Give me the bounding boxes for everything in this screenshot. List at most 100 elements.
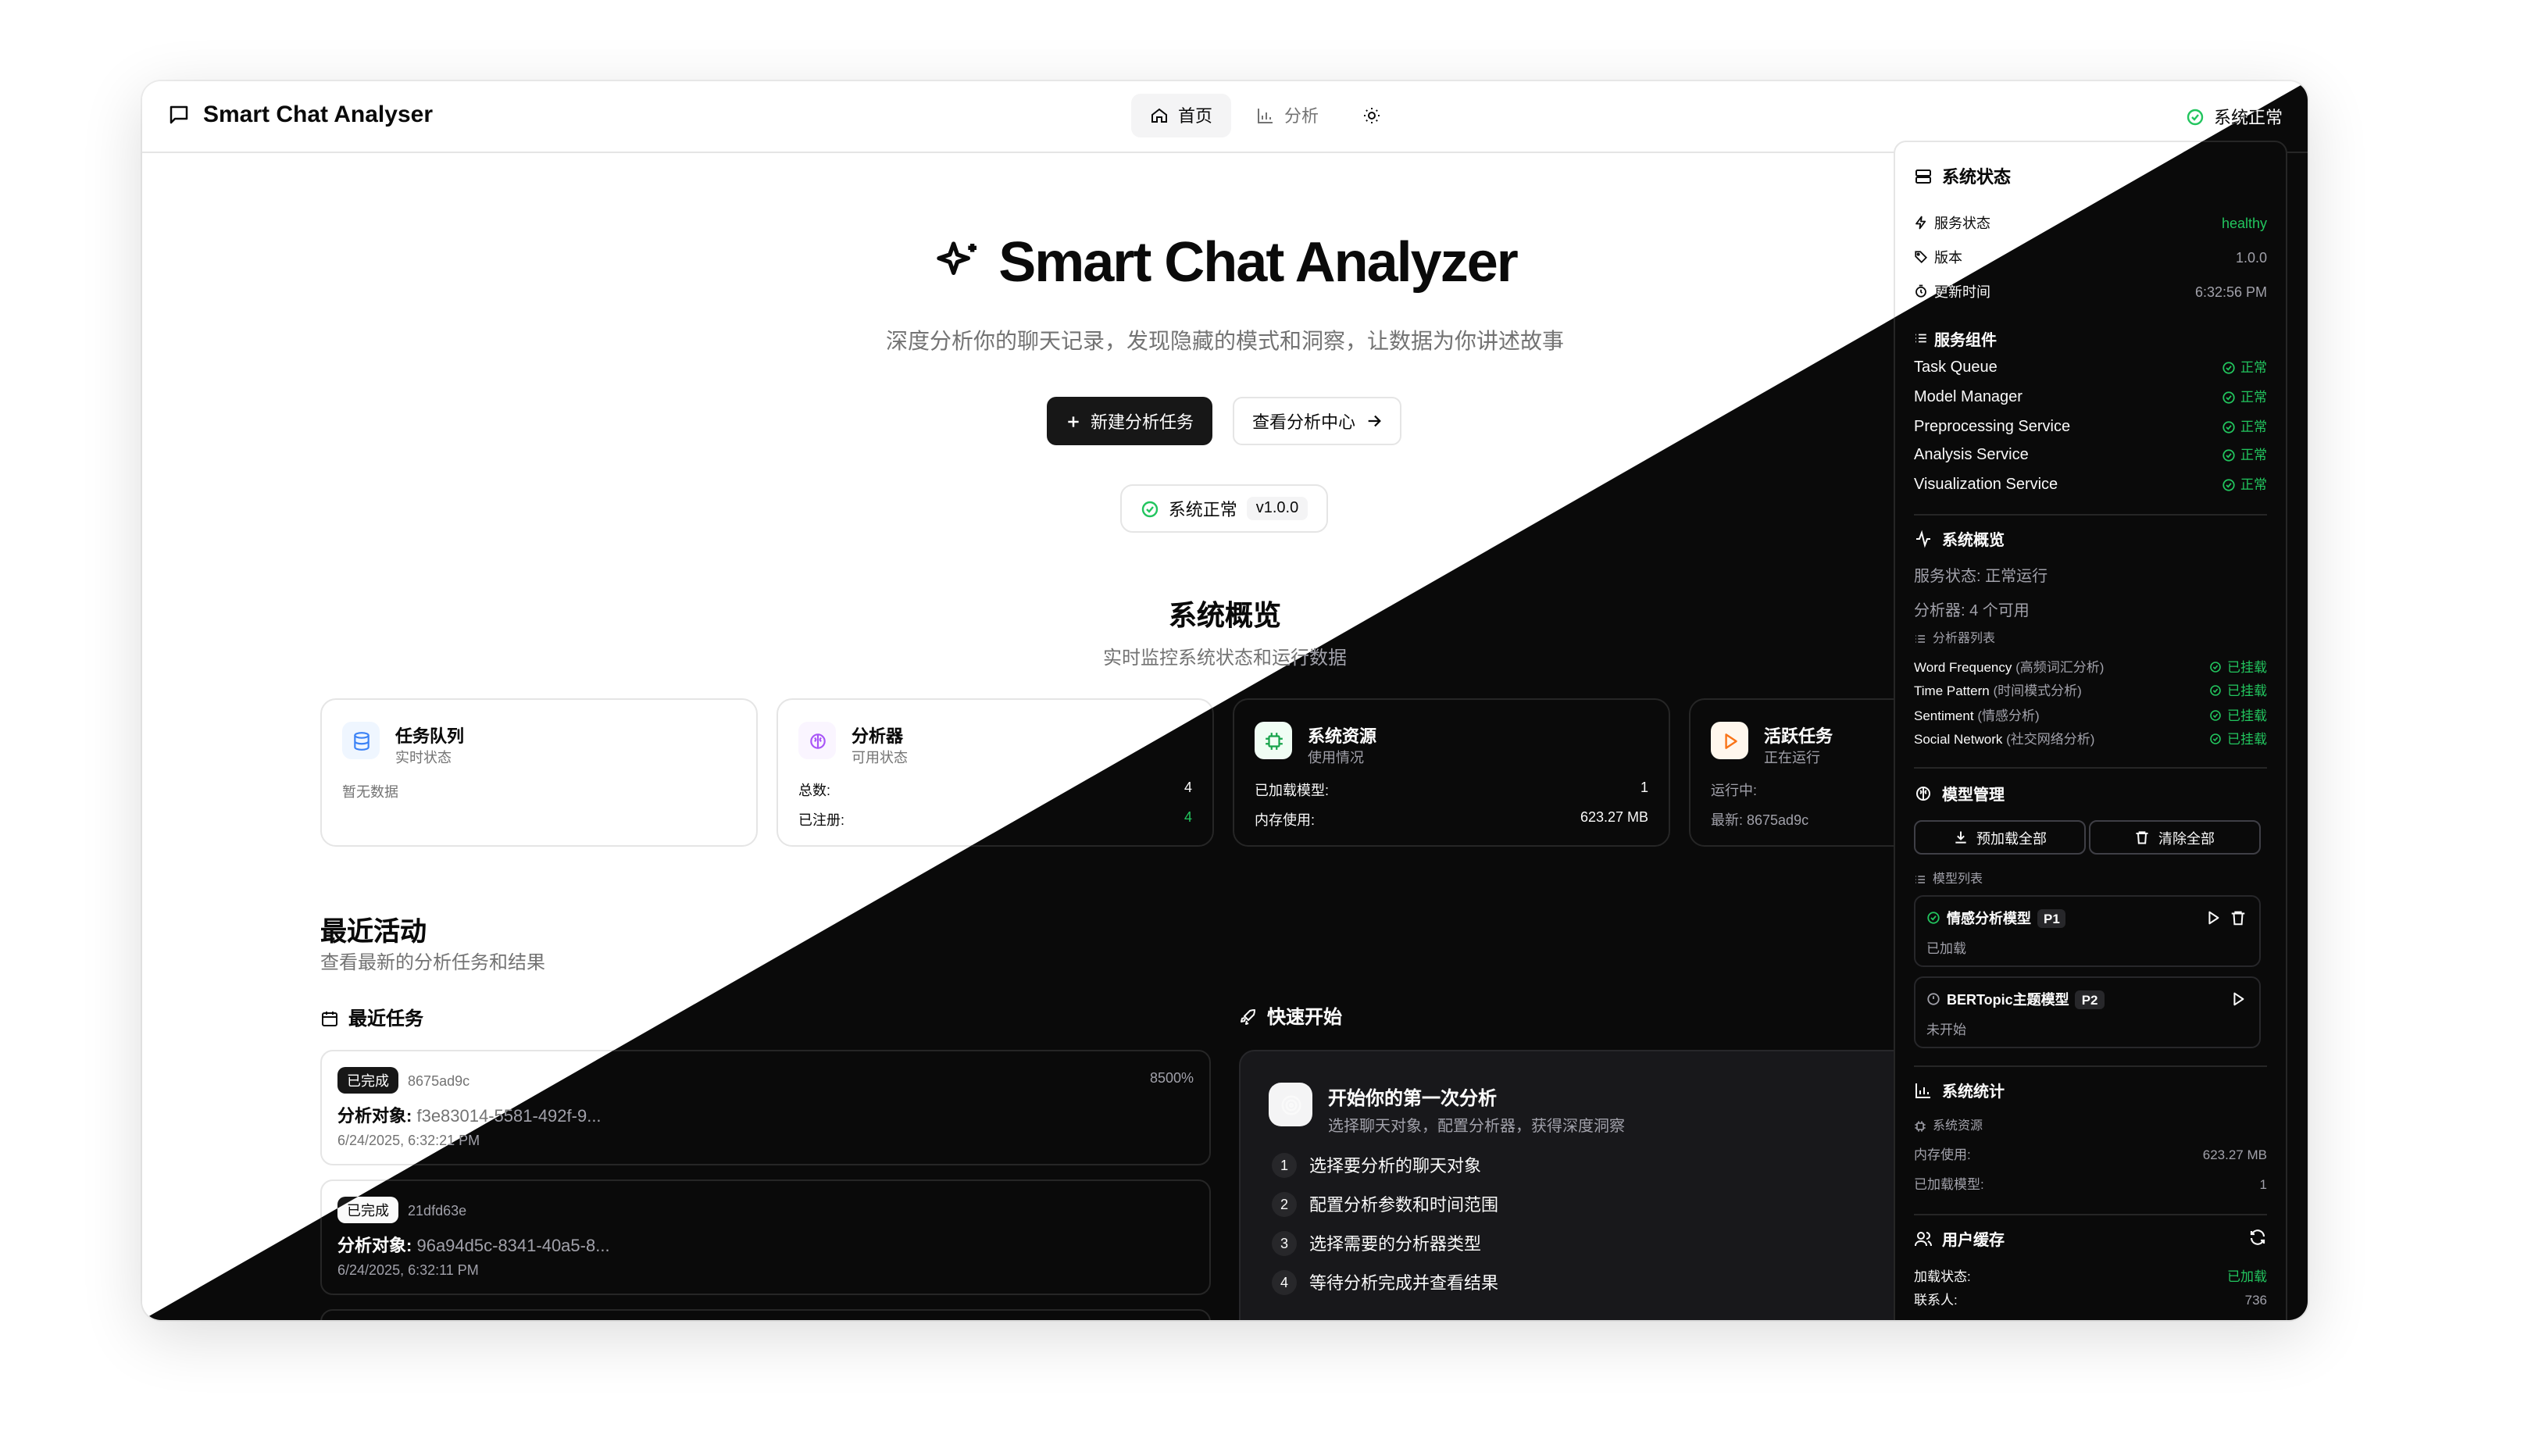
step-number: 1 <box>1272 1153 1297 1178</box>
scene: Smart Chat Analyser 首页 分析 系统正常 Smart Cha… <box>0 0 2542 1456</box>
check-circle-icon <box>2222 419 2236 434</box>
resources-heading: 系统资源 <box>1914 1117 1983 1134</box>
status-value: 1.0.0 <box>2235 249 2267 265</box>
task-meta: 已完成 21dfd63e <box>337 1197 466 1223</box>
cache-row: 联系人: 736 <box>1914 1290 2267 1309</box>
divider <box>1914 514 2267 516</box>
analysis-center-button[interactable]: 查看分析中心 <box>1233 397 1401 445</box>
card-subtitle: 正在运行 <box>1764 750 1821 765</box>
system-status-pill: 系统正常 v1.0.0 <box>1120 484 1328 533</box>
hero-title-text: Smart Chat Analyzer <box>998 230 1519 294</box>
analyzer-name: Word Frequency <box>1914 659 2012 675</box>
model-name: 情感分析模型 <box>1947 911 2032 926</box>
card-title: 活跃任务 <box>1764 728 1833 747</box>
bar-chart-icon <box>1256 106 1275 125</box>
recent-tasks-heading: 最近任务 <box>320 1005 423 1031</box>
plus-icon <box>1066 413 1081 429</box>
step-number: 2 <box>1272 1192 1297 1217</box>
check-circle-icon <box>2222 390 2236 404</box>
play-icon[interactable] <box>2205 909 2222 926</box>
component-status-text: 正常 <box>2240 447 2267 462</box>
version-badge: v1.0.0 <box>1246 497 1308 520</box>
component-name: Task Queue <box>1914 359 1998 376</box>
analyzer-desc: (高频词汇分析) <box>2015 659 2105 675</box>
analyzer-status: 已挂载 <box>2210 681 2267 700</box>
row-value: 623.27 MB <box>1580 809 1648 825</box>
preload-all-button[interactable]: 预加载全部 <box>1914 820 2086 855</box>
analyzer-desc: (社交网络分析) <box>2006 731 2095 747</box>
download-icon <box>1953 830 1969 845</box>
analyzer-status-text: 已挂载 <box>2226 683 2267 698</box>
check-circle-icon <box>2210 684 2222 697</box>
database-icon <box>342 722 380 759</box>
home-icon <box>1150 106 1169 125</box>
brain-icon <box>798 722 836 759</box>
status-label: 服务状态 <box>1914 212 1990 233</box>
step-text: 选择需要的分析器类型 <box>1309 1236 1481 1254</box>
analyzer-status: 已挂载 <box>2210 706 2267 725</box>
component-status-text: 正常 <box>2240 419 2267 434</box>
quick-start-card[interactable]: 开始你的第一次分析 选择聊天对象，配置分析器，获得深度洞察 1 选择要分析的聊天对… <box>1239 1050 1926 1320</box>
component-name: Model Manager <box>1914 388 2023 405</box>
new-analysis-label: 新建分析任务 <box>1091 413 1194 432</box>
model-list-heading: 模型列表 <box>1914 870 1983 887</box>
server-icon <box>1914 167 1933 186</box>
check-circle-icon <box>2210 709 2222 722</box>
stats-label: 内存使用: <box>1914 1147 1971 1162</box>
step-text: 配置分析参数和时间范围 <box>1309 1197 1498 1215</box>
model-priority: P2 <box>2075 990 2105 1008</box>
nav-home[interactable]: 首页 <box>1131 94 1231 137</box>
stats-row: 已加载模型: 1 <box>1914 1175 2267 1194</box>
activity-icon <box>1914 529 1933 548</box>
step-item: 2 配置分析参数和时间范围 <box>1272 1192 1498 1217</box>
clear-all-button[interactable]: 清除全部 <box>2089 820 2261 855</box>
analyzer-name: Time Pattern <box>1914 683 1990 698</box>
play-icon[interactable] <box>2230 990 2247 1008</box>
cpu-icon <box>1255 722 1292 759</box>
cache-row: 加载状态: 已加载 <box>1914 1267 2267 1286</box>
target-label: 分析对象: <box>337 1108 412 1126</box>
nav-analysis[interactable]: 分析 <box>1237 94 1337 137</box>
check-circle-icon <box>2222 448 2236 462</box>
task-item[interactable] <box>320 1309 1211 1320</box>
analyzer-label: Word Frequency (高频词汇分析) <box>1914 658 2104 676</box>
panel-section-title: 用户缓存 <box>1914 1226 2005 1250</box>
trash-icon[interactable] <box>2230 909 2247 926</box>
analyzer-status-text: 已挂载 <box>2226 659 2267 675</box>
refresh-icon[interactable] <box>2248 1228 2267 1247</box>
check-circle-icon <box>2222 477 2236 491</box>
model-item[interactable]: 情感分析模型 P1 已加载 <box>1914 895 2261 967</box>
analysis-center-label: 查看分析中心 <box>1252 413 1355 432</box>
model-item[interactable]: BERTopic主题模型 P2 未开始 <box>1914 976 2261 1048</box>
model-status: 已加载 <box>1926 940 1967 956</box>
overview-analyzers: 分析器: 4 个可用 <box>1914 603 2030 620</box>
analyzer-row: Social Network (社交网络分析) 已挂载 <box>1914 730 2267 748</box>
stats-value: 1 <box>2259 1176 2267 1192</box>
nav-home-label: 首页 <box>1178 108 1212 127</box>
row-label: 运行中: <box>1711 783 1758 798</box>
component-name: Visualization Service <box>1914 476 2058 493</box>
resources-card[interactable]: 系统资源 使用情况 已加载模型: 1 内存使用: 623.27 MB <box>1233 698 1670 847</box>
task-id: 21dfd63e <box>408 1202 467 1218</box>
row-label: 最新: 8675ad9c <box>1711 812 1809 828</box>
panel-section-title: 系统状态 <box>1914 164 2011 189</box>
preload-all-label: 预加载全部 <box>1976 830 2047 846</box>
quick-start-title: 开始你的第一次分析 <box>1328 1087 1498 1109</box>
step-item: 3 选择需要的分析器类型 <box>1272 1231 1481 1256</box>
status-label: 版本 <box>1914 247 1962 267</box>
check-circle-icon <box>2186 108 2205 127</box>
list-icon <box>1914 632 1926 644</box>
analyzer-row: Time Pattern (时间模式分析) 已挂载 <box>1914 681 2267 700</box>
analyzer-desc: (时间模式分析) <box>1993 683 2082 698</box>
check-circle-icon <box>1141 499 1159 518</box>
component-status: 正常 <box>2222 445 2267 464</box>
brand[interactable]: Smart Chat Analyser <box>167 102 433 128</box>
task-item[interactable]: 已完成 21dfd63e 分析对象: 96a94d5c-8341-40a5-8.… <box>320 1179 1211 1295</box>
new-analysis-button[interactable]: 新建分析任务 <box>1047 397 1212 445</box>
bar-chart-icon <box>1914 1080 1933 1099</box>
components-title: 服务组件 <box>1934 333 1997 350</box>
brain-icon <box>1914 783 1933 802</box>
task-queue-card[interactable]: 任务队列 实时状态 暂无数据 <box>320 698 758 847</box>
recent-tasks-label: 最近任务 <box>348 1008 424 1030</box>
theme-toggle-button[interactable] <box>1344 94 1400 137</box>
